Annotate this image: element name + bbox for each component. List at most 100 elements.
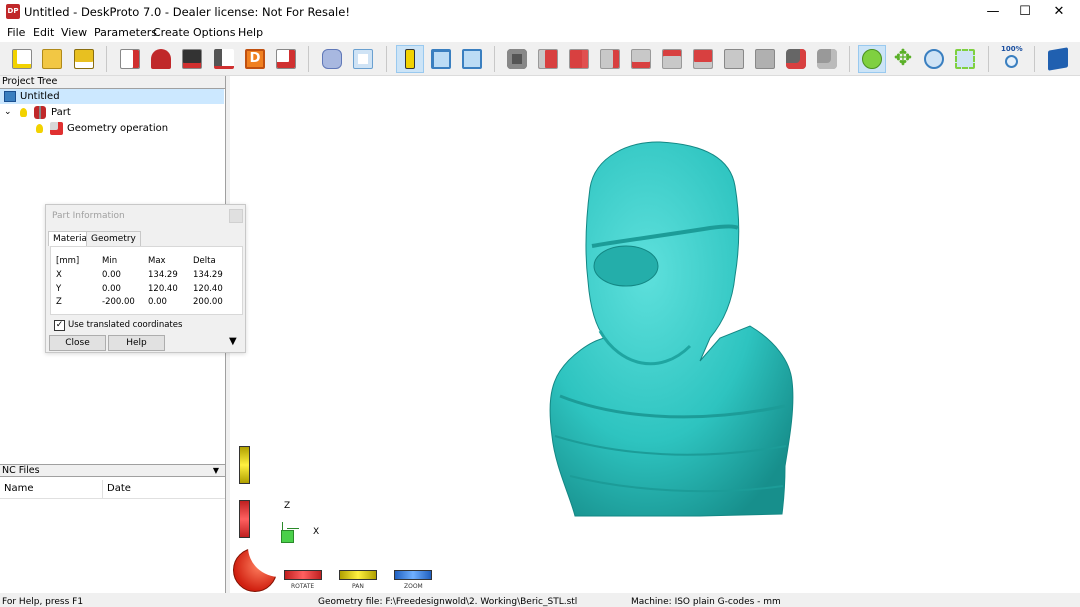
viewport-canvas bbox=[549, 141, 794, 517]
dropdown-arrow-icon[interactable]: ▼ bbox=[213, 465, 219, 477]
3d-viewport[interactable]: Z X ROTATE PAN ZOOM bbox=[230, 76, 1080, 593]
open-project-button[interactable] bbox=[38, 45, 66, 73]
column-max: Max bbox=[148, 256, 166, 266]
new-project-button[interactable] bbox=[8, 45, 36, 73]
pan-mode-icon: ✥ bbox=[893, 46, 913, 71]
axis-x-line bbox=[287, 528, 299, 529]
view-right-button[interactable] bbox=[627, 45, 655, 73]
bitmap-button[interactable] bbox=[178, 45, 206, 73]
menu-options[interactable]: Options bbox=[193, 26, 235, 39]
help-button[interactable]: Help bbox=[108, 335, 165, 351]
expand-chevron-icon[interactable]: ⌄ bbox=[4, 105, 12, 120]
menu-edit[interactable]: Edit bbox=[33, 26, 54, 39]
project-icon bbox=[4, 91, 16, 102]
row-min: 0.00 bbox=[102, 284, 121, 294]
close-button[interactable]: ✕ bbox=[1036, 0, 1080, 24]
save-project-button[interactable] bbox=[70, 45, 98, 73]
place-part-button[interactable] bbox=[147, 45, 175, 73]
rotate-dial[interactable] bbox=[233, 547, 280, 592]
view-bottom-button[interactable] bbox=[689, 45, 717, 73]
view-right-icon bbox=[631, 49, 651, 69]
toolbar: D ✥ 100% bbox=[0, 42, 1080, 76]
menu-create[interactable]: Create bbox=[153, 26, 190, 39]
split-view-icon bbox=[431, 49, 451, 69]
column-name[interactable]: Name bbox=[4, 483, 34, 494]
new-project-icon bbox=[12, 49, 32, 69]
zoom-percent-label: 100% bbox=[1001, 45, 1023, 53]
status-machine: Machine: ISO plain G-codes - mm bbox=[631, 597, 781, 607]
pan-slider[interactable] bbox=[239, 446, 250, 484]
dialog-close-button[interactable] bbox=[229, 209, 243, 223]
tree-item-part[interactable]: ⌄ Part bbox=[0, 105, 224, 120]
tree-root-label: Untitled bbox=[20, 91, 60, 102]
menu-file[interactable]: File bbox=[7, 26, 25, 39]
inspect-button[interactable] bbox=[349, 45, 377, 73]
column-min: Min bbox=[102, 256, 118, 266]
save-project-icon bbox=[74, 49, 94, 69]
bust-model bbox=[549, 141, 794, 517]
pan-mode-indicator bbox=[339, 570, 377, 580]
translated-coordinates-label: Use translated coordinates bbox=[68, 320, 183, 330]
menu-parameters[interactable]: Parameters bbox=[94, 26, 157, 39]
tree-item-untitled[interactable]: Untitled bbox=[0, 89, 224, 104]
rotate-mode-icon bbox=[862, 49, 882, 69]
view-left-icon bbox=[600, 49, 620, 69]
zoom-mode-indicator bbox=[394, 570, 432, 580]
camera-icon bbox=[507, 49, 527, 69]
tree-item-operation[interactable]: Geometry operation bbox=[0, 121, 224, 136]
part-icon bbox=[34, 106, 46, 119]
simulate-button[interactable] bbox=[318, 45, 346, 73]
operation-error-icon bbox=[50, 122, 63, 135]
toolpath-button[interactable] bbox=[210, 45, 238, 73]
place-part-icon bbox=[151, 49, 171, 69]
column-date[interactable]: Date bbox=[107, 483, 131, 494]
translated-coordinates-checkbox[interactable]: ✓ bbox=[54, 320, 65, 331]
visibility-bulb-icon[interactable] bbox=[36, 124, 43, 133]
status-help-text: For Help, press F1 bbox=[2, 597, 84, 607]
camera-button[interactable] bbox=[503, 45, 531, 73]
preview-button[interactable] bbox=[458, 45, 486, 73]
expand-down-icon[interactable]: ▼ bbox=[229, 336, 237, 347]
zoom-mode-icon bbox=[924, 49, 944, 69]
zoom-fit-button[interactable]: 100% bbox=[998, 45, 1026, 73]
tab-geometry[interactable]: Geometry bbox=[86, 231, 141, 246]
status-bar: For Help, press F1 Geometry file: F:\Fre… bbox=[0, 597, 1080, 607]
previous-view-icon bbox=[786, 49, 806, 69]
previous-view-button[interactable] bbox=[782, 45, 810, 73]
zoom-window-button[interactable] bbox=[951, 45, 979, 73]
view-top-button[interactable] bbox=[658, 45, 686, 73]
view-front-button[interactable] bbox=[534, 45, 562, 73]
tree-part-label: Part bbox=[51, 107, 71, 118]
part-information-button[interactable] bbox=[396, 45, 424, 73]
split-view-button[interactable] bbox=[427, 45, 455, 73]
zoom-mode-button[interactable] bbox=[920, 45, 948, 73]
rotate-mode-indicator bbox=[284, 570, 322, 580]
save-nc-button[interactable] bbox=[272, 45, 300, 73]
view-iso2-button[interactable] bbox=[751, 45, 779, 73]
menu-view[interactable]: View bbox=[61, 26, 87, 39]
save-nc-icon bbox=[276, 49, 296, 69]
bitmap-icon bbox=[182, 49, 202, 69]
close-button[interactable]: Close bbox=[49, 335, 106, 351]
rotate-slider[interactable] bbox=[239, 500, 250, 538]
view-iso2-icon bbox=[755, 49, 775, 69]
next-view-icon bbox=[817, 49, 837, 69]
rotate-mode-button[interactable] bbox=[858, 45, 886, 73]
next-view-button[interactable] bbox=[813, 45, 841, 73]
row-max: 0.00 bbox=[148, 297, 167, 307]
visibility-bulb-icon[interactable] bbox=[20, 108, 27, 117]
help-book-button[interactable] bbox=[1044, 45, 1072, 73]
toolpath-icon bbox=[214, 49, 234, 69]
import-geometry-icon bbox=[120, 49, 140, 69]
menu-help[interactable]: Help bbox=[238, 26, 263, 39]
drawing-button[interactable]: D bbox=[241, 45, 269, 73]
unit-label: [mm] bbox=[56, 256, 80, 266]
view-iso1-button[interactable] bbox=[720, 45, 748, 73]
pan-mode-button[interactable]: ✥ bbox=[889, 45, 917, 73]
import-geometry-button[interactable] bbox=[116, 45, 144, 73]
view-left-button[interactable] bbox=[596, 45, 624, 73]
row-delta: 200.00 bbox=[193, 297, 223, 307]
nc-files-columns: Name Date bbox=[0, 478, 225, 499]
nc-files-header: NC Files ▼ bbox=[0, 464, 225, 477]
view-back-button[interactable] bbox=[565, 45, 593, 73]
